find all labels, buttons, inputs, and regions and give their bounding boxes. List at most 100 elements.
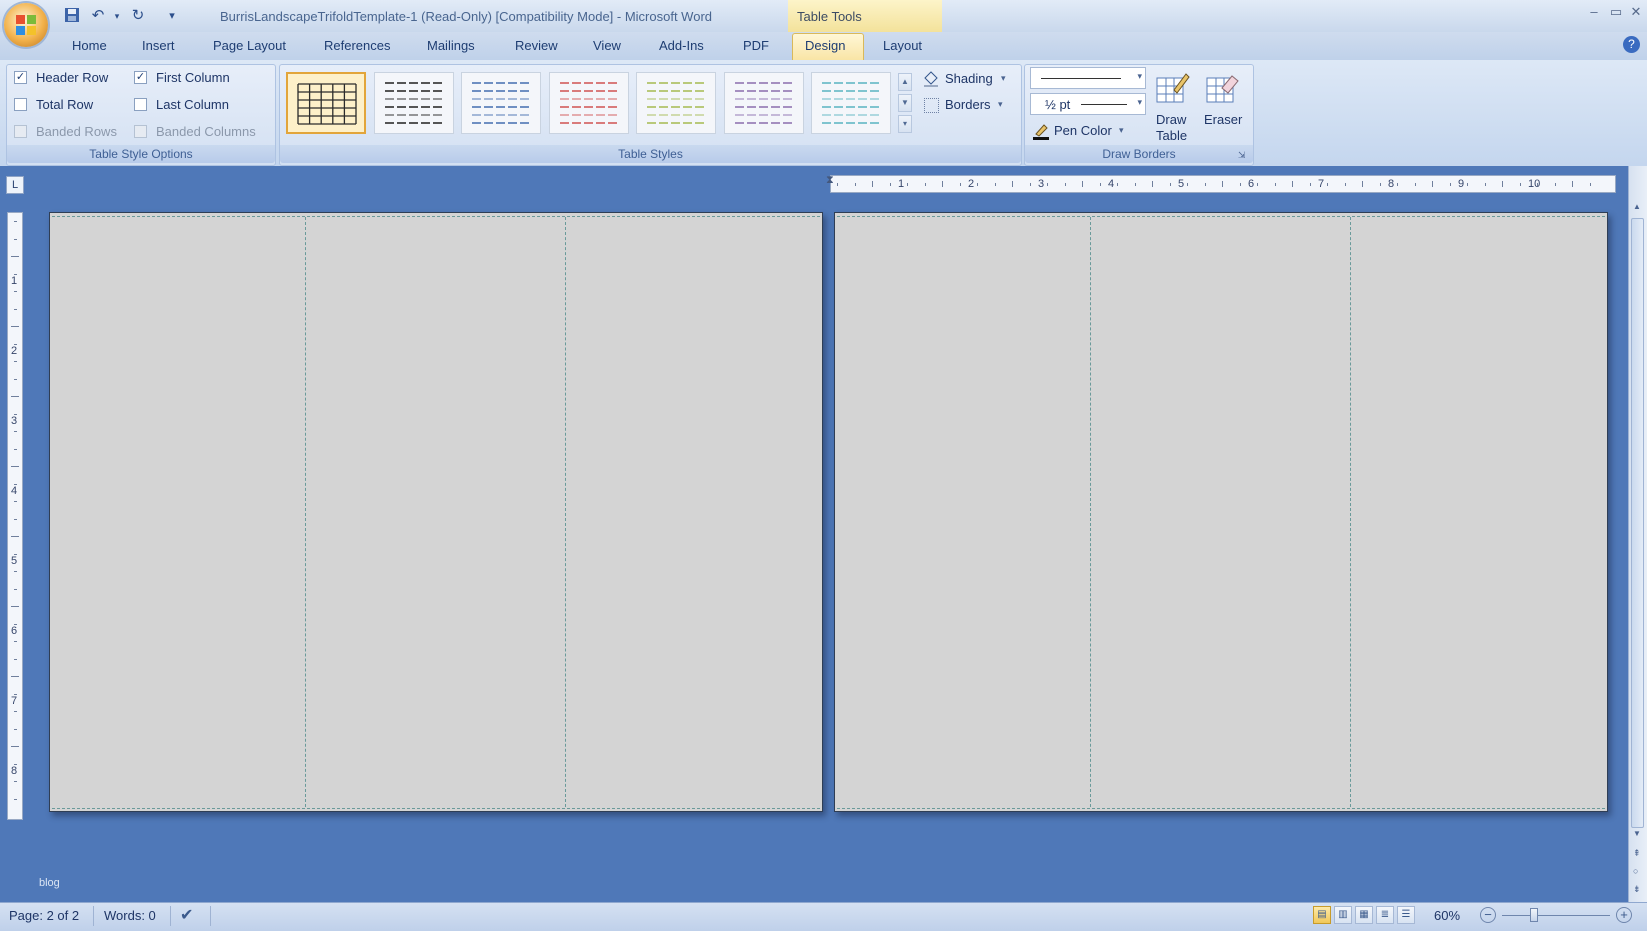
- undo-icon[interactable]: ↶: [88, 6, 108, 26]
- zoom-slider-thumb[interactable]: [1530, 908, 1538, 922]
- customize-qat-icon[interactable]: ▾: [162, 6, 182, 26]
- full-screen-reading-view-icon[interactable]: ▥: [1334, 906, 1352, 924]
- header-row-label: Header Row: [36, 70, 109, 85]
- ruler-tick: [1379, 183, 1381, 186]
- ruler-tick: [1029, 183, 1031, 186]
- shading-dropdown-icon[interactable]: ▾: [1001, 73, 1006, 84]
- indent-marker-icon[interactable]: ⧗: [826, 174, 834, 187]
- zoom-slider-track[interactable]: [1502, 915, 1610, 916]
- shading-button[interactable]: Shading: [945, 71, 993, 86]
- ruler-number: 3: [1038, 178, 1045, 190]
- table-style-swatch[interactable]: [461, 72, 541, 134]
- page-1[interactable]: [49, 212, 823, 812]
- ruler-tick: [14, 798, 17, 800]
- ruler-tick: [14, 711, 17, 712]
- zoom-in-icon[interactable]: +: [1616, 907, 1632, 923]
- tab-pdf[interactable]: PDF: [743, 38, 769, 53]
- help-icon[interactable]: ?: [1623, 36, 1640, 53]
- tab-review[interactable]: Review: [515, 38, 558, 53]
- ruler-tick: [14, 658, 17, 660]
- zoom-out-icon[interactable]: −: [1480, 907, 1496, 923]
- draft-view-icon[interactable]: ☰: [1397, 906, 1415, 924]
- page-2[interactable]: [834, 212, 1608, 812]
- table-style-swatch[interactable]: [811, 72, 891, 134]
- ruler-tick: [1502, 181, 1503, 187]
- draw-table-label-1[interactable]: Draw: [1156, 112, 1186, 127]
- maximize-button[interactable]: ▭: [1606, 4, 1626, 20]
- tab-insert[interactable]: Insert: [142, 38, 175, 53]
- styles-scroll-down-icon[interactable]: ▼: [898, 94, 912, 112]
- tab-references[interactable]: References: [324, 38, 390, 53]
- proofing-icon[interactable]: ✔: [180, 905, 193, 925]
- borders-icon[interactable]: [924, 98, 939, 113]
- table-style-swatch[interactable]: [374, 72, 454, 134]
- tab-selector-icon[interactable]: L: [6, 176, 24, 194]
- shading-bucket-icon[interactable]: [922, 70, 940, 88]
- scroll-down-icon[interactable]: ▼: [1633, 829, 1641, 838]
- ruler-tick: [1064, 183, 1066, 186]
- table-style-swatch[interactable]: [286, 72, 366, 134]
- draw-table-icon[interactable]: [1154, 70, 1190, 106]
- tab-view[interactable]: View: [593, 38, 621, 53]
- ruler-tick: [14, 781, 17, 782]
- select-browse-object-icon[interactable]: ○: [1633, 866, 1638, 876]
- last-column-checkbox[interactable]: [134, 98, 147, 111]
- redo-icon[interactable]: ↻: [128, 6, 148, 26]
- eraser-button[interactable]: Eraser: [1204, 112, 1242, 127]
- tab-add-ins[interactable]: Add-Ins: [659, 38, 704, 53]
- outline-view-icon[interactable]: ≣: [1376, 906, 1394, 924]
- pen-color-dropdown-icon[interactable]: ▾: [1119, 125, 1124, 136]
- first-column-checkbox[interactable]: ✓: [134, 71, 147, 84]
- ruler-number: 9: [1458, 178, 1465, 190]
- banded-columns-checkbox[interactable]: [134, 125, 147, 138]
- next-page-icon[interactable]: ⇟: [1633, 884, 1641, 895]
- web-layout-view-icon[interactable]: ▦: [1355, 906, 1373, 924]
- tab-mailings[interactable]: Mailings: [427, 38, 475, 53]
- minimize-button[interactable]: –: [1584, 4, 1604, 20]
- close-button[interactable]: ✕: [1626, 4, 1646, 20]
- office-button[interactable]: [4, 3, 48, 47]
- line-weight-combo[interactable]: ½ pt ▾: [1030, 93, 1146, 115]
- vertical-ruler[interactable]: 1 2 3 4 5 6 7 8: [7, 212, 23, 820]
- total-row-checkbox[interactable]: [14, 98, 27, 111]
- page-indicator[interactable]: Page: 2 of 2: [9, 908, 79, 923]
- borders-dropdown-icon[interactable]: ▾: [998, 99, 1003, 110]
- tab-design[interactable]: Design: [805, 38, 845, 53]
- table-style-swatch[interactable]: [549, 72, 629, 134]
- zoom-level[interactable]: 60%: [1434, 908, 1460, 923]
- line-style-combo[interactable]: ▾: [1030, 67, 1146, 89]
- ruler-tick: [14, 448, 17, 450]
- ruler-tick: [1152, 181, 1153, 187]
- save-icon[interactable]: [62, 6, 82, 26]
- table-style-swatch[interactable]: [724, 72, 804, 134]
- styles-scroll-up-icon[interactable]: ▲: [898, 73, 912, 91]
- tab-layout[interactable]: Layout: [883, 38, 922, 53]
- scroll-thumb[interactable]: [1631, 218, 1644, 828]
- ruler-number: 7: [1318, 178, 1325, 190]
- undo-dropdown-icon[interactable]: ▾: [107, 6, 127, 26]
- horizontal-ruler[interactable]: 1 2 3 4 5 6 7 8 9 10: [830, 175, 1616, 193]
- table-style-swatch[interactable]: [636, 72, 716, 134]
- eraser-icon[interactable]: [1204, 70, 1240, 106]
- pen-color-button[interactable]: Pen Color: [1054, 123, 1112, 138]
- print-layout-view-icon[interactable]: ▤: [1313, 906, 1331, 924]
- draw-table-label-2[interactable]: Table: [1156, 128, 1187, 143]
- styles-more-icon[interactable]: ▾: [898, 115, 912, 133]
- draw-borders-launcher-icon[interactable]: ⇲: [1238, 150, 1246, 161]
- ruler-tick: [1117, 183, 1118, 186]
- borders-button[interactable]: Borders: [945, 97, 991, 112]
- ruler-tick: [854, 183, 856, 186]
- table-style-preview-icon: [822, 82, 879, 124]
- word-count[interactable]: Words: 0: [104, 908, 156, 923]
- ruler-tick: [1047, 183, 1048, 186]
- banded-rows-checkbox[interactable]: [14, 125, 27, 138]
- header-row-checkbox[interactable]: ✓: [14, 71, 27, 84]
- tab-home[interactable]: Home: [72, 38, 107, 53]
- ruler-tick: [14, 221, 17, 222]
- scroll-up-icon[interactable]: ▲: [1633, 202, 1641, 211]
- ruler-tick: [1432, 181, 1433, 187]
- ruler-tick: [14, 641, 17, 642]
- tab-page-layout[interactable]: Page Layout: [213, 38, 286, 53]
- previous-page-icon[interactable]: ⇞: [1633, 848, 1641, 859]
- pen-color-icon[interactable]: [1032, 122, 1050, 140]
